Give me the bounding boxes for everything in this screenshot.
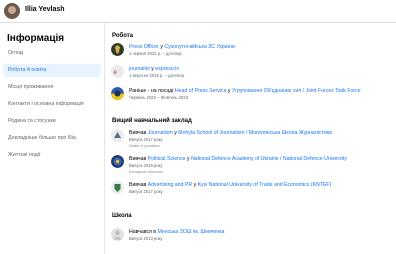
employer-link[interactable]: Угруповання Об'єднаних сил / Joint Force…: [232, 88, 361, 94]
institution-link[interactable]: Mohyla School of Journalism / Могилянськ…: [178, 130, 332, 136]
job-title-link[interactable]: journalist: [129, 66, 150, 72]
espreso-logo-icon[interactable]: e: [111, 65, 124, 78]
joint-forces-emblem-icon[interactable]: [111, 87, 124, 100]
section-heading-school: Школа: [112, 213, 132, 219]
education-title: Вивчав Political Science у National Defe…: [129, 156, 347, 162]
section-heading-work: Робота: [112, 33, 134, 39]
kntef-emblem-icon[interactable]: [111, 181, 124, 194]
graduation-year: Випуск 2017 року: [129, 189, 163, 194]
job-title-link[interactable]: Head of Press Service: [175, 88, 227, 94]
work-title: Раніше - на посаді Head of Press Service…: [129, 88, 361, 94]
graduation-year: Випуск 2017 року: [129, 137, 163, 142]
field-of-study-link[interactable]: Advertising and PR: [148, 182, 192, 188]
defence-academy-emblem-icon[interactable]: [111, 155, 124, 168]
sidebar-item-work-education[interactable]: Робота й освіта: [3, 64, 101, 77]
work-dates: 1 вересня 2019 р. – дотепер: [129, 73, 184, 78]
degree-note: Master of journalism: [129, 144, 160, 148]
list-item: Press Officer у Сухопутні війська ЗС Укр…: [111, 43, 394, 63]
list-item: Раніше - на посаді Head of Press Service…: [111, 87, 394, 107]
work-title: Press Officer у Сухопутні війська ЗС Укр…: [129, 44, 235, 50]
school-link[interactable]: Менська ЗОШ ім. Шевченка: [157, 229, 224, 235]
work-dates: 1 червня 2021 р. – дотепер: [129, 51, 182, 56]
army-emblem-icon[interactable]: [111, 43, 124, 56]
profile-name[interactable]: Illia Yevlash: [25, 6, 65, 13]
employer-link[interactable]: espreso.tv: [155, 66, 179, 72]
list-item: Вивчав Advertising and PR у Kyiv Nationa…: [111, 181, 394, 201]
work-dates: Червень 2022 – Жовтень 2023: [129, 95, 189, 100]
list-item: Вивчав Journalism у Mohyla School of Jou…: [111, 129, 394, 149]
graduation-year: Випуск 2016 року: [129, 163, 163, 168]
job-title-link[interactable]: Press Officer: [129, 44, 159, 50]
field-of-study-link[interactable]: Journalism: [148, 130, 173, 136]
sidebar-title: Інформація: [7, 33, 65, 44]
employer-link[interactable]: Сухопутні війська ЗС України: [164, 44, 234, 50]
sidebar-item-places[interactable]: Місця проживання: [3, 81, 101, 94]
education-title: Вивчав Advertising and PR у Kyiv Nationa…: [129, 182, 332, 188]
school-placeholder-icon[interactable]: [111, 228, 124, 241]
about-sidebar: Інформація Огляд Робота й освіта Місця п…: [0, 23, 105, 254]
section-heading-education: Вищий навчальний заклад: [112, 118, 192, 124]
list-item: e journalist у espreso.tv 1 вересня 2019…: [111, 65, 394, 85]
work-title: journalist у espreso.tv: [129, 66, 180, 72]
school-title: Навчався в Менська ЗОШ ім. Шевченка: [129, 229, 225, 235]
degree-note: Молодший лейтенант: [129, 170, 164, 174]
mohyla-logo-icon[interactable]: [111, 129, 124, 142]
sidebar-item-overview[interactable]: Огляд: [3, 47, 101, 60]
sidebar-item-contact-info[interactable]: Контакти і основна інформація: [3, 98, 101, 111]
list-item: Навчався в Менська ЗОШ ім. Шевченка Випу…: [111, 228, 394, 248]
sidebar-item-family[interactable]: Родина та стосунки: [3, 115, 101, 128]
sidebar-item-details[interactable]: Докладніше більше про Illia: [3, 132, 101, 145]
institution-link[interactable]: Kyiv National University of Trade and Ec…: [198, 182, 332, 188]
top-bar: Illia Yevlash: [0, 0, 396, 23]
sidebar-item-life-events[interactable]: Життєві події: [3, 149, 101, 162]
graduation-year: Випуск 2013 року: [129, 236, 163, 241]
education-title: Вивчав Journalism у Mohyla School of Jou…: [129, 130, 332, 136]
about-content: Робота Press Officer у Сухопутні війська…: [105, 23, 396, 254]
list-item: Вивчав Political Science у National Defe…: [111, 155, 394, 175]
institution-link[interactable]: National Defence Academy of Ukraine / Na…: [191, 156, 347, 162]
avatar[interactable]: [4, 3, 20, 19]
field-of-study-link[interactable]: Political Science: [148, 156, 186, 162]
